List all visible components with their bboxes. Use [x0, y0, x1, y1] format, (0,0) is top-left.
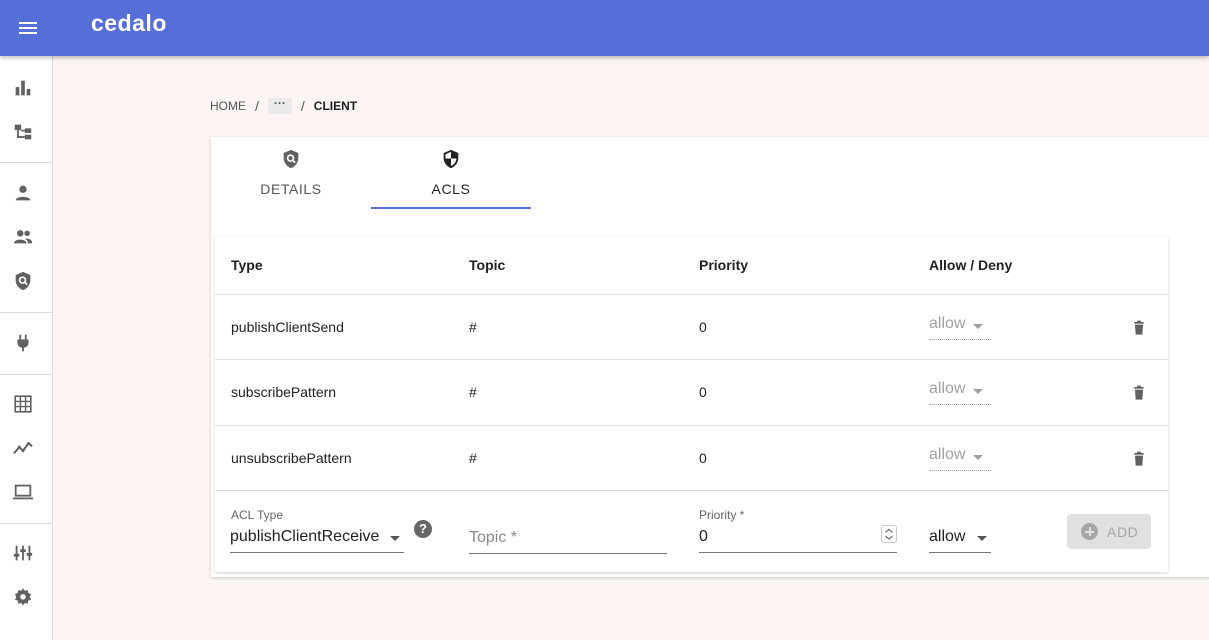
tab-details-label: DETAILS	[260, 181, 322, 197]
new-permission-select[interactable]: allow	[929, 525, 991, 553]
acl-topic-cell: #	[469, 384, 477, 400]
table-row: subscribePattern # 0 allow	[215, 360, 1168, 426]
tab-acls[interactable]: ACLS	[371, 137, 531, 209]
number-spinner[interactable]	[881, 525, 897, 543]
permission-select[interactable]: allow	[929, 380, 991, 405]
breadcrumb-current: CLIENT	[313, 99, 358, 113]
new-permission-value: allow	[929, 528, 966, 545]
tab-acls-label: ACLS	[431, 181, 471, 197]
help-icon[interactable]: ?	[414, 520, 432, 538]
sidebar-divider	[0, 312, 53, 313]
header-allow-deny: Allow / Deny	[929, 257, 1013, 273]
breadcrumb-home[interactable]: HOME	[210, 99, 246, 113]
tab-active-indicator	[371, 207, 531, 209]
priority-value: 0	[699, 528, 708, 545]
shield-search-icon[interactable]	[12, 270, 34, 292]
acl-topic-cell: #	[469, 450, 477, 466]
caret-down-icon	[390, 536, 400, 541]
header-type: Type	[231, 257, 263, 273]
permission-select[interactable]: allow	[929, 446, 991, 471]
brand-logo[interactable]: cedalo	[91, 10, 167, 37]
sidebar-divider	[0, 162, 53, 163]
breadcrumb: HOME / ··· / CLIENT	[210, 96, 357, 116]
table-row: unsubscribePattern # 0 allow	[215, 426, 1168, 491]
priority-label: Priority *	[699, 508, 745, 522]
add-acl-button[interactable]: ADD	[1067, 514, 1151, 549]
delete-icon[interactable]	[1131, 319, 1147, 337]
acl-type-cell: publishClientSend	[231, 319, 344, 335]
add-button-label: ADD	[1107, 524, 1139, 540]
breadcrumb-separator: /	[255, 98, 259, 114]
acl-type-label: ACL Type	[231, 508, 284, 522]
plug-icon[interactable]	[12, 332, 34, 354]
delete-icon[interactable]	[1131, 384, 1147, 402]
header-topic: Topic	[469, 257, 506, 273]
app-bar: cedalo	[0, 0, 1209, 56]
caret-down-icon	[977, 536, 987, 541]
trend-line-icon[interactable]	[12, 437, 34, 459]
person-icon[interactable]	[12, 182, 34, 204]
menu-icon[interactable]	[16, 16, 40, 40]
shield-search-icon	[283, 149, 299, 169]
acl-priority-cell: 0	[699, 450, 707, 466]
client-card: DETAILS ACLS Type Topic Priority Allow /…	[211, 137, 1209, 577]
permission-select[interactable]: allow	[929, 315, 991, 340]
bar-chart-icon[interactable]	[12, 77, 34, 99]
acl-type-cell: subscribePattern	[231, 384, 337, 400]
breadcrumb-ellipsis-button[interactable]: ···	[267, 97, 292, 114]
acl-table: Type Topic Priority Allow / Deny publish…	[215, 237, 1168, 572]
grid-icon[interactable]	[12, 393, 34, 415]
sidebar-divider	[0, 523, 53, 524]
sidebar	[0, 56, 53, 640]
acl-priority-cell: 0	[699, 319, 707, 335]
people-icon[interactable]	[12, 226, 34, 248]
sidebar-divider	[0, 374, 53, 375]
caret-down-icon	[973, 389, 983, 394]
add-circle-icon	[1081, 523, 1098, 540]
gear-icon[interactable]	[12, 586, 34, 608]
permission-select-value: allow	[929, 380, 966, 397]
permission-select-value: allow	[929, 446, 966, 463]
table-row: publishClientSend # 0 allow	[215, 295, 1168, 360]
acl-type-value: publishClientReceive	[230, 528, 380, 545]
permission-select-value: allow	[929, 315, 966, 332]
caret-down-icon	[973, 324, 983, 329]
caret-down-icon	[973, 455, 983, 460]
shield-icon	[443, 149, 459, 169]
topic-input[interactable]: Topic *	[469, 526, 667, 554]
acl-type-select[interactable]: publishClientReceive	[230, 525, 404, 553]
tab-details[interactable]: DETAILS	[211, 137, 371, 209]
acl-priority-cell: 0	[699, 384, 707, 400]
topology-icon[interactable]	[12, 121, 34, 143]
acl-type-cell: unsubscribePattern	[231, 450, 352, 466]
priority-input[interactable]: 0	[699, 525, 897, 553]
header-priority: Priority	[699, 257, 749, 273]
breadcrumb-separator: /	[300, 98, 305, 114]
delete-icon[interactable]	[1131, 450, 1147, 468]
laptop-icon[interactable]	[12, 481, 34, 503]
acl-topic-cell: #	[469, 319, 477, 335]
table-header-row: Type Topic Priority Allow / Deny	[215, 237, 1168, 295]
topic-placeholder: Topic *	[469, 529, 518, 546]
tune-icon[interactable]	[12, 542, 34, 564]
